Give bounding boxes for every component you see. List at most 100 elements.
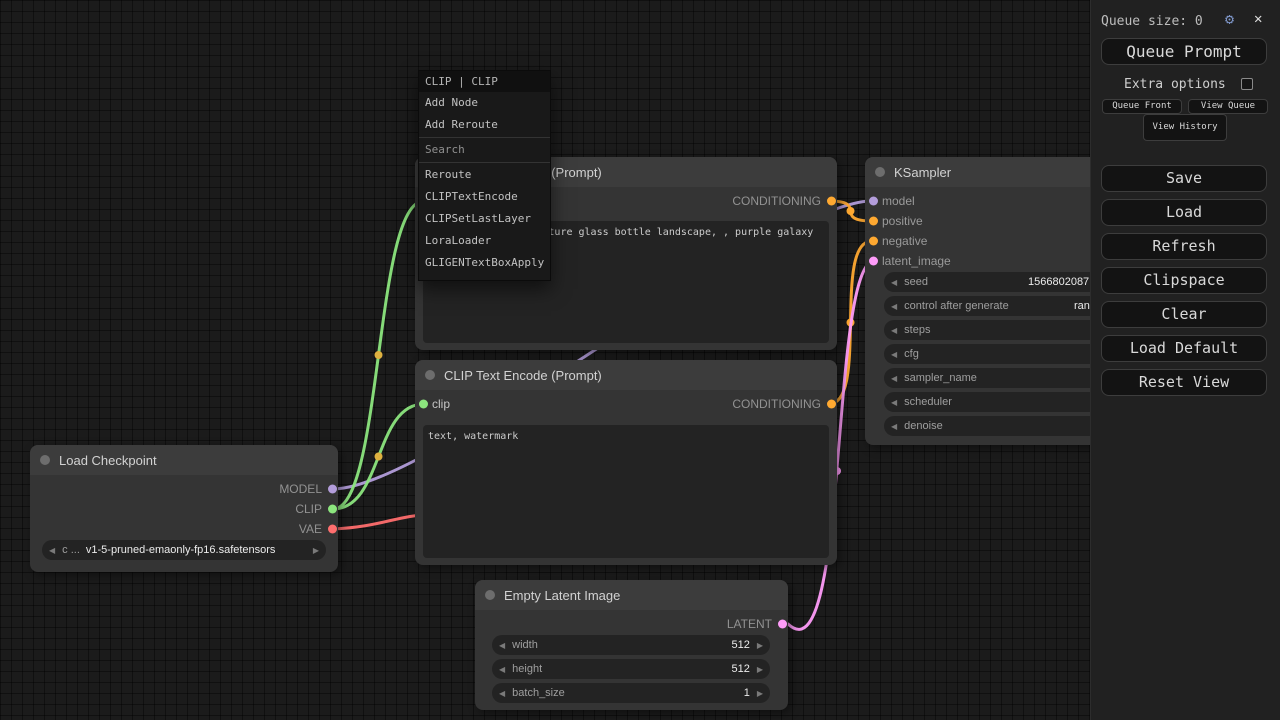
menu-item-gligentextboxapply[interactable]: GLIGENTextBoxApply [419,252,550,274]
widget-label: scheduler [904,396,952,408]
output-row: CLIP [30,499,338,519]
conditioning-output-label: CONDITIONING [732,191,821,211]
menu-item-reroute[interactable]: Reroute [419,164,550,186]
clip-output-label: CLIP [295,502,322,516]
node-title-bar[interactable]: Empty Latent Image [475,580,788,610]
menu-item-add-reroute[interactable]: Add Reroute [419,114,550,136]
conditioning-output-port[interactable] [827,197,836,206]
node-title: Empty Latent Image [504,588,620,603]
node-load-checkpoint[interactable]: Load Checkpoint MODEL CLIP VAE ◀ c ... v… [30,445,338,572]
vae-output-label: VAE [299,522,322,536]
next-arrow-icon[interactable]: ▶ [306,546,326,555]
node-title-bar[interactable]: Load Checkpoint [30,445,338,475]
prev-arrow-icon[interactable]: ◀ [884,350,904,359]
clear-button[interactable]: Clear [1101,301,1267,328]
clip-output-port[interactable] [328,505,337,514]
prev-arrow-icon[interactable]: ◀ [492,665,512,674]
context-menu-title: CLIP | CLIP [419,71,550,92]
widget-value: 512 [731,663,749,675]
menu-separator [419,162,550,163]
widget-label: control after generate [904,300,1009,312]
latent-output-label: LATENT [727,617,772,631]
output-row: LATENT [475,614,788,634]
node-title: CLIP Text Encode (Prompt) [444,368,602,383]
prev-arrow-icon[interactable]: ◀ [884,302,904,311]
comfyui-app[interactable]: { "colors": { "model": "#B39DDB", "clip"… [0,0,1280,720]
conditioning-output-label: CONDITIONING [732,394,821,414]
prev-arrow-icon[interactable]: ◀ [884,422,904,431]
node-title: Load Checkpoint [59,453,157,468]
close-icon[interactable]: ✕ [1254,11,1262,27]
collapse-toggle[interactable] [485,590,495,600]
io-row: clip CONDITIONING [415,394,837,414]
clipspace-button[interactable]: Clipspace [1101,267,1267,294]
widget-label: seed [904,276,928,288]
collapse-toggle[interactable] [875,167,885,177]
queue-prompt-button[interactable]: Queue Prompt [1101,38,1267,65]
widget-label: width [512,639,538,651]
widget-label: c ... [62,544,80,556]
widget-label: cfg [904,348,919,360]
widget-value: 1566802087 [1028,276,1089,288]
width-widget[interactable]: ◀ width 512 ▶ [492,635,770,655]
queue-front-button[interactable]: Queue Front [1102,99,1182,114]
positive-input-label: positive [882,214,923,228]
node-clip-text-encode-negative[interactable]: CLIP Text Encode (Prompt) clip CONDITION… [415,360,837,565]
output-row: VAE [30,519,338,539]
clip-input-label: clip [432,397,450,411]
menu-item-cliptextencode[interactable]: CLIPTextEncode [419,186,550,208]
conditioning-output-port[interactable] [827,400,836,409]
model-input-port[interactable] [869,197,878,206]
vae-output-port[interactable] [328,525,337,534]
node-empty-latent-image[interactable]: Empty Latent Image LATENT ◀ width 512 ▶ … [475,580,788,710]
positive-input-port[interactable] [869,217,878,226]
ckpt-name-widget[interactable]: ◀ c ... v1-5-pruned-emaonly-fp16.safeten… [42,540,326,560]
latent-image-input-port[interactable] [869,257,878,266]
latent-output-port[interactable] [778,620,787,629]
menu-item-clipsetlastlayer[interactable]: CLIPSetLastLayer [419,208,550,230]
load-default-button[interactable]: Load Default [1101,335,1267,362]
model-output-label: MODEL [279,482,322,496]
load-button[interactable]: Load [1101,199,1267,226]
prompt-textarea[interactable]: text, watermark [423,425,829,558]
widget-label: height [512,663,542,675]
menu-item-add-node[interactable]: Add Node [419,92,550,114]
widget-label: sampler_name [904,372,977,384]
collapse-toggle[interactable] [425,370,435,380]
output-row: MODEL [30,479,338,499]
queue-size-label: Queue size: 0 [1101,14,1203,29]
batch-size-widget[interactable]: ◀ batch_size 1 ▶ [492,683,770,703]
model-output-port[interactable] [328,485,337,494]
prev-arrow-icon[interactable]: ◀ [884,398,904,407]
next-arrow-icon[interactable]: ▶ [750,641,770,650]
view-history-button[interactable]: View History [1143,114,1227,141]
node-title: KSampler [894,165,951,180]
settings-gear-icon[interactable]: ⚙ [1225,10,1234,28]
next-arrow-icon[interactable]: ▶ [750,689,770,698]
menu-separator [419,137,550,138]
refresh-button[interactable]: Refresh [1101,233,1267,260]
reset-view-button[interactable]: Reset View [1101,369,1267,396]
prev-arrow-icon[interactable]: ◀ [884,278,904,287]
menu-item-loraloader[interactable]: LoraLoader [419,230,550,252]
prev-arrow-icon[interactable]: ◀ [42,546,62,555]
extra-options-checkbox[interactable] [1241,78,1253,90]
prev-arrow-icon[interactable]: ◀ [884,374,904,383]
view-queue-button[interactable]: View Queue [1188,99,1268,114]
clip-input-port[interactable] [419,400,428,409]
node-title-bar[interactable]: CLIP Text Encode (Prompt) [415,360,837,390]
menu-search-item[interactable]: Search [419,139,550,161]
prev-arrow-icon[interactable]: ◀ [884,326,904,335]
negative-input-port[interactable] [869,237,878,246]
context-menu: CLIP | CLIP Add Node Add Reroute Search … [418,70,551,281]
height-widget[interactable]: ◀ height 512 ▶ [492,659,770,679]
widget-value: v1-5-pruned-emaonly-fp16.safetensors [86,544,276,556]
widget-value: ran [1074,300,1090,312]
next-arrow-icon[interactable]: ▶ [750,665,770,674]
prev-arrow-icon[interactable]: ◀ [492,689,512,698]
collapse-toggle[interactable] [40,455,50,465]
widget-label: batch_size [512,687,565,699]
prev-arrow-icon[interactable]: ◀ [492,641,512,650]
save-button[interactable]: Save [1101,165,1267,192]
latent-image-input-label: latent_image [882,254,951,268]
